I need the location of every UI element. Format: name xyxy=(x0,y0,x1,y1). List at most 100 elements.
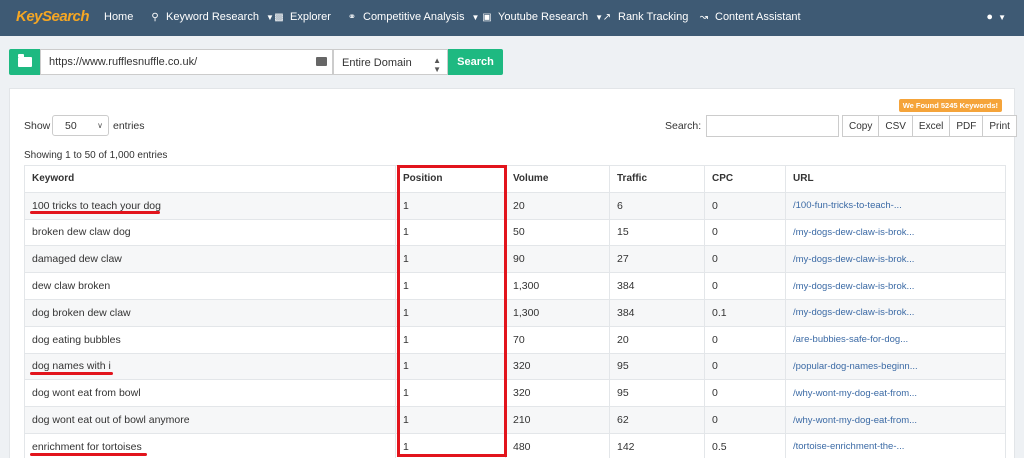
volume-cell: 1,300 xyxy=(505,272,610,300)
table-header-row: Keyword Position Volume Traffic CPC URL xyxy=(24,165,1006,193)
traffic-cell: 95 xyxy=(609,352,705,381)
position-cell: 1 xyxy=(395,379,506,408)
nav-home[interactable]: Home xyxy=(104,11,133,23)
copy-button[interactable]: Copy xyxy=(842,115,880,137)
pdf-button[interactable]: PDF xyxy=(949,115,984,137)
volume-cell: 20 xyxy=(505,191,610,220)
nav-keyword-research-label: Keyword Research xyxy=(166,11,259,23)
keyword-underline xyxy=(30,211,160,214)
table-row: dog eating bubbles 1 70 20 0/are-bubbies-saf… xyxy=(24,325,1006,354)
position-cell: 1 xyxy=(395,352,506,381)
position-cell: 1 xyxy=(395,432,506,458)
table-row: dog wont eat from bowl 1 320 95 0/why-wont-m… xyxy=(24,379,1006,408)
url-link[interactable]: /why-wont-my-dog-eat-from... xyxy=(785,406,1006,434)
volume-cell: 210 xyxy=(505,406,610,434)
nav-explorer[interactable]: ▩ Explorer xyxy=(273,11,331,23)
nav-rank-tracking-label: Rank Tracking xyxy=(618,11,689,23)
cpc-cell: 0 xyxy=(704,272,786,300)
nav-rank-tracking[interactable]: ↗ Rank Tracking xyxy=(601,11,689,23)
traffic-cell: 95 xyxy=(609,379,705,408)
keyword-cell: dog wont eat out of bowl anymore xyxy=(24,406,396,434)
volume-cell: 1,300 xyxy=(505,298,610,327)
volume-cell: 50 xyxy=(505,218,610,247)
url-link[interactable]: /why-wont-my-dog-eat-from... xyxy=(785,379,1006,408)
keyword-underline xyxy=(30,372,113,375)
url-link[interactable]: /my-dogs-dew-claw-is-brok... xyxy=(785,272,1006,300)
user-menu-button[interactable]: ● ▼ xyxy=(986,11,1006,23)
url-input[interactable] xyxy=(40,49,333,75)
position-cell: 1 xyxy=(395,218,506,247)
chevron-down-icon: ▼ xyxy=(998,13,1006,22)
table-row: dew claw broken 1 1,300 384 0/my-dogs-dew-cl… xyxy=(24,272,1006,300)
traffic-cell: 6 xyxy=(609,191,705,220)
url-link[interactable]: /my-dogs-dew-claw-is-brok... xyxy=(785,218,1006,247)
cpc-cell: 0 xyxy=(704,245,786,274)
cpc-cell: 0 xyxy=(704,325,786,354)
cpc-cell: 0 xyxy=(704,352,786,381)
keyword-cell: dew claw broken xyxy=(24,272,396,300)
entries-per-page-value: 50 xyxy=(65,120,77,132)
scope-select-value: Entire Domain xyxy=(342,57,412,69)
nav-keyword-research[interactable]: ⚲ Keyword Research ▼ xyxy=(149,11,274,23)
chevron-down-icon: ∨ xyxy=(97,121,103,130)
traffic-cell: 27 xyxy=(609,245,705,274)
keyword-cell: dog broken dew claw xyxy=(24,298,396,327)
position-cell: 1 xyxy=(395,406,506,434)
url-link[interactable]: /100-fun-tricks-to-teach-... xyxy=(785,191,1006,220)
column-header-position[interactable]: Position xyxy=(395,165,506,193)
keysearch-logo[interactable]: KeySearch xyxy=(16,8,90,25)
trend-up-icon: ↗ xyxy=(602,11,612,23)
url-link[interactable]: /popular-dog-names-beginn... xyxy=(785,352,1006,381)
print-button[interactable]: Print xyxy=(982,115,1017,137)
video-icon: ▣ xyxy=(482,11,492,23)
search-icon: ⚲ xyxy=(151,11,159,23)
saved-projects-button[interactable] xyxy=(9,49,40,75)
search-button[interactable]: Search xyxy=(448,49,503,75)
column-header-keyword[interactable]: Keyword xyxy=(24,165,396,193)
cpc-cell: 0 xyxy=(704,191,786,220)
keyword-cell: 100 tricks to teach your dog xyxy=(24,191,396,220)
volume-cell: 320 xyxy=(505,379,610,408)
table-search-label: Search: xyxy=(665,120,702,132)
excel-button[interactable]: Excel xyxy=(911,115,951,137)
entries-per-page-select[interactable]: 50 ∨ xyxy=(52,115,109,136)
url-link[interactable]: /are-bubbies-safe-for-dog... xyxy=(785,325,1006,354)
bar-chart-icon: ▩ xyxy=(274,11,284,23)
table-row: dog wont eat out of bowl anymore 1 210 62 0/… xyxy=(24,406,1006,434)
column-header-cpc[interactable]: CPC xyxy=(704,165,786,193)
nav-competitive-analysis[interactable]: ⚭ Competitive Analysis ▼ xyxy=(346,11,480,23)
traffic-cell: 15 xyxy=(609,218,705,247)
keyword-cell: dog names with i xyxy=(24,352,396,381)
nav-youtube-research[interactable]: ▣ Youtube Research ▼ xyxy=(481,11,603,23)
url-link[interactable]: /my-dogs-dew-claw-is-brok... xyxy=(785,298,1006,327)
column-header-traffic[interactable]: Traffic xyxy=(609,165,705,193)
traffic-cell: 384 xyxy=(609,272,705,300)
volume-cell: 90 xyxy=(505,245,610,274)
table-row: broken dew claw dog 1 50 15 0/my-dogs-dew-cl… xyxy=(24,218,1006,247)
cpc-cell: 0.5 xyxy=(704,432,786,458)
scope-select[interactable]: Entire Domain ▲ ▼ xyxy=(333,49,448,75)
top-nav: KeySearch Home ⚲ Keyword Research ▼ ▩ Ex… xyxy=(0,0,1024,36)
autofill-card-icon[interactable] xyxy=(316,57,327,66)
table-row: dog broken dew claw 1 1,300 384 0.1/my-dogs-… xyxy=(24,298,1006,327)
keyword-cell: damaged dew claw xyxy=(24,245,396,274)
column-header-volume[interactable]: Volume xyxy=(505,165,610,193)
keyword-cell: dog eating bubbles xyxy=(24,325,396,354)
nav-explorer-label: Explorer xyxy=(290,11,331,23)
position-cell: 1 xyxy=(395,272,506,300)
column-header-url[interactable]: URL xyxy=(785,165,1006,193)
url-link[interactable]: /tortoise-enrichment-the-... xyxy=(785,432,1006,458)
nav-competitive-analysis-label: Competitive Analysis xyxy=(363,11,465,23)
table-search-input[interactable] xyxy=(706,115,839,137)
user-icon: ● xyxy=(986,11,994,23)
url-link[interactable]: /my-dogs-dew-claw-is-brok... xyxy=(785,245,1006,274)
link-icon: ⚭ xyxy=(347,11,357,23)
csv-button[interactable]: CSV xyxy=(878,115,913,137)
cpc-cell: 0.1 xyxy=(704,298,786,327)
showing-entries-text: Showing 1 to 50 of 1,000 entries xyxy=(24,150,168,161)
keyword-count-badge: We Found 5245 Keywords! xyxy=(898,99,1002,112)
entries-label: entries xyxy=(113,120,145,132)
line-chart-icon: ↝ xyxy=(699,11,709,23)
table-row: 100 tricks to teach your dog 1 20 6 0/100-fu… xyxy=(24,191,1006,220)
nav-content-assistant[interactable]: ↝ Content Assistant xyxy=(698,11,801,23)
